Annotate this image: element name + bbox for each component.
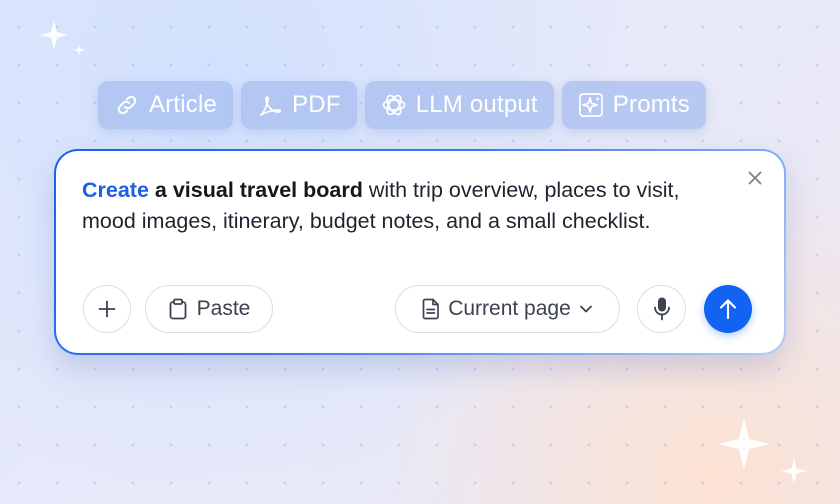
prompt-card: Create a visual travel board with trip o… xyxy=(54,149,786,355)
pdf-icon xyxy=(257,92,283,118)
chip-llm-output[interactable]: LLM output xyxy=(364,81,554,129)
paste-label: Paste xyxy=(196,297,251,320)
plus-icon xyxy=(98,300,116,318)
paste-button[interactable]: Paste xyxy=(145,285,273,333)
link-icon xyxy=(114,92,140,118)
sparkle-decoration-icon xyxy=(40,20,85,56)
context-label: Current page xyxy=(448,297,571,320)
send-button[interactable] xyxy=(704,285,752,333)
prompt-input[interactable]: Create a visual travel board with trip o… xyxy=(82,175,722,236)
clipboard-icon xyxy=(169,298,187,320)
chip-pdf[interactable]: PDF xyxy=(241,81,357,129)
chip-prompts[interactable]: Promts xyxy=(561,81,707,129)
chip-label: LLM output xyxy=(415,91,538,118)
prompt-bold: a visual travel board xyxy=(154,178,363,202)
chip-label: Promts xyxy=(612,91,691,118)
chip-article[interactable]: Article xyxy=(98,81,234,129)
microphone-button[interactable] xyxy=(637,285,686,333)
context-selector[interactable]: Current page xyxy=(395,285,620,333)
document-icon xyxy=(422,298,440,320)
sparkle-icon xyxy=(578,92,604,118)
chip-label: PDF xyxy=(292,91,341,118)
close-button[interactable] xyxy=(744,167,766,189)
arrow-up-icon xyxy=(719,299,737,320)
add-button[interactable] xyxy=(83,285,131,333)
close-icon xyxy=(748,171,762,185)
chevron-down-icon xyxy=(579,305,592,313)
sparkle-decoration-icon xyxy=(718,418,807,484)
prompt-highlight: Create xyxy=(82,178,149,202)
microphone-icon xyxy=(653,297,670,321)
llm-icon xyxy=(381,92,407,118)
source-chips: Article PDF LLM output Promts xyxy=(98,81,707,129)
chip-label: Article xyxy=(149,91,218,118)
